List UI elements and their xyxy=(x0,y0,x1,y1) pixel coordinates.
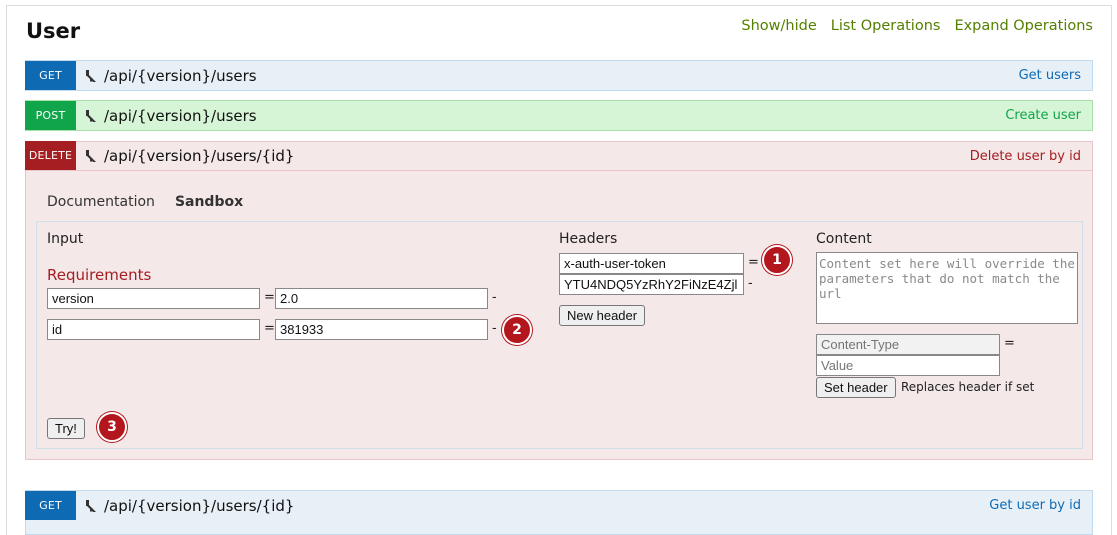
param-name-id[interactable] xyxy=(47,319,260,340)
equals-sign: = xyxy=(748,255,759,270)
operation-heading[interactable]: GET /api/{version}/users Get users xyxy=(25,60,1092,90)
operation-path[interactable]: /api/{version}/users xyxy=(104,107,257,125)
param-value-id[interactable] xyxy=(275,319,488,340)
sandbox-panel: Input Requirements = - = - Headers = - N… xyxy=(36,221,1083,449)
operation-path[interactable]: /api/{version}/users xyxy=(104,67,257,85)
annotation-badge-1: 1 xyxy=(762,245,792,275)
key-icon xyxy=(86,499,96,512)
header-name-input[interactable] xyxy=(559,253,744,274)
set-header-button[interactable]: Set header xyxy=(816,377,896,398)
remove-header[interactable]: - xyxy=(748,276,753,291)
set-header-hint: Replaces header if set xyxy=(901,380,1035,394)
key-icon xyxy=(86,109,96,122)
operation-tabs: Documentation Sandbox xyxy=(47,194,243,210)
tab-sandbox[interactable]: Sandbox xyxy=(175,194,243,210)
operation-delete-user: DELETE /api/{version}/users/{id} Delete … xyxy=(25,141,1093,460)
equals-sign: = xyxy=(1004,336,1015,351)
remove-param-version[interactable]: - xyxy=(492,290,497,305)
headers-label: Headers xyxy=(559,231,618,247)
content-textarea[interactable] xyxy=(816,252,1078,324)
operation-path[interactable]: /api/{version}/users/{id} xyxy=(104,147,294,165)
key-icon xyxy=(86,150,96,162)
operation-heading[interactable]: POST /api/{version}/users Create user xyxy=(25,100,1092,130)
input-label: Input xyxy=(47,231,84,247)
new-header-button[interactable]: New header xyxy=(559,305,646,326)
http-method-badge[interactable]: GET xyxy=(25,60,76,90)
operation-summary[interactable]: Get user by id xyxy=(989,498,1081,513)
content-label: Content xyxy=(816,231,872,247)
operation-path[interactable]: /api/{version}/users/{id} xyxy=(104,497,294,515)
try-button[interactable]: Try! xyxy=(47,418,85,439)
annotation-badge-2: 2 xyxy=(502,315,532,345)
tab-documentation[interactable]: Documentation xyxy=(47,194,155,210)
param-value-version[interactable] xyxy=(275,288,488,309)
equals-sign: = xyxy=(264,321,275,336)
param-name-version[interactable] xyxy=(47,288,260,309)
key-icon xyxy=(86,69,96,82)
operation-post-users: POST /api/{version}/users Create user xyxy=(25,100,1093,131)
operation-heading[interactable]: DELETE /api/{version}/users/{id} Delete … xyxy=(25,141,1092,171)
expand-operations-link[interactable]: Expand Operations xyxy=(954,18,1093,34)
header-value-input[interactable] xyxy=(559,274,744,295)
requirements-label: Requirements xyxy=(47,266,152,284)
content-type-value-input[interactable] xyxy=(816,355,1000,376)
http-method-badge[interactable]: GET xyxy=(25,490,76,520)
operation-get-user: GET /api/{version}/users/{id} Get user b… xyxy=(25,490,1093,535)
list-operations-link[interactable]: List Operations xyxy=(831,18,941,34)
http-method-badge[interactable]: POST xyxy=(25,100,76,130)
operation-get-users: GET /api/{version}/users Get users xyxy=(25,60,1093,91)
operation-heading[interactable]: GET /api/{version}/users/{id} Get user b… xyxy=(25,490,1092,520)
section-title: User xyxy=(26,19,81,43)
annotation-badge-3: 3 xyxy=(97,412,127,442)
resource-links: Show/hide List Operations Expand Operati… xyxy=(741,18,1093,34)
operation-summary[interactable]: Get users xyxy=(1019,68,1081,83)
equals-sign: = xyxy=(264,290,275,305)
content-type-input[interactable] xyxy=(816,334,1000,355)
show-hide-link[interactable]: Show/hide xyxy=(741,18,816,34)
http-method-badge[interactable]: DELETE xyxy=(25,141,76,170)
remove-param-id[interactable]: - xyxy=(492,321,497,336)
operation-summary[interactable]: Delete user by id xyxy=(970,149,1081,164)
operation-summary[interactable]: Create user xyxy=(1005,108,1081,123)
